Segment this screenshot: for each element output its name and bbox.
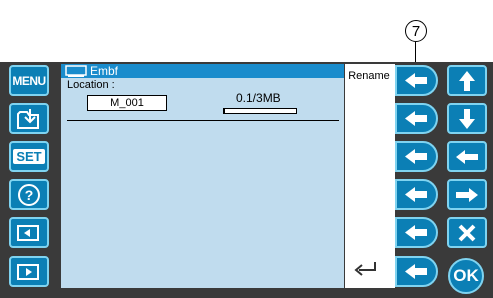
file-name-field[interactable]: M_001 xyxy=(87,95,167,111)
svg-text:?: ? xyxy=(25,187,34,203)
move-left-button[interactable] xyxy=(447,141,487,172)
arrow-right-icon xyxy=(456,187,478,202)
panel-title: Embf xyxy=(90,64,119,78)
ok-button[interactable]: OK xyxy=(448,258,484,294)
panel-title-bar: Embf xyxy=(61,64,344,78)
close-icon xyxy=(458,224,476,241)
action-column: Rename xyxy=(345,64,395,288)
action-tab-2[interactable] xyxy=(395,103,439,134)
next-page-button[interactable] xyxy=(9,256,49,287)
scroll-down-button[interactable] xyxy=(447,103,487,134)
arrow-down-icon xyxy=(459,108,475,129)
enter-icon[interactable] xyxy=(353,260,379,276)
memory-usage-fill xyxy=(224,109,226,113)
scroll-up-button[interactable] xyxy=(447,65,487,96)
action-tab-3[interactable] xyxy=(395,141,439,172)
action-tab-6[interactable] xyxy=(395,256,439,287)
action-tab-1[interactable] xyxy=(395,65,439,96)
action-tab-4[interactable] xyxy=(395,179,439,210)
page-back-icon xyxy=(17,224,39,241)
save-file-button[interactable] xyxy=(9,103,49,134)
embroidery-machine-icon xyxy=(65,64,87,77)
rename-label: Rename xyxy=(348,70,390,82)
file-panel: Embf Location : M_001 0.1/3MB xyxy=(61,64,344,288)
move-right-button[interactable] xyxy=(447,179,487,210)
location-label: Location : xyxy=(67,79,115,91)
previous-page-button[interactable] xyxy=(9,217,49,248)
set-button[interactable]: SET xyxy=(9,141,49,172)
arrow-up-icon xyxy=(459,70,475,91)
action-tab-5[interactable] xyxy=(395,217,439,248)
callout-number-7: 7 xyxy=(405,20,427,42)
menu-button[interactable]: MENU xyxy=(9,65,49,96)
help-button[interactable]: ? xyxy=(9,179,49,210)
arrow-left-icon xyxy=(456,149,478,164)
memory-usage-bar xyxy=(223,108,297,114)
save-folder-icon xyxy=(17,108,39,129)
cancel-button[interactable] xyxy=(447,217,487,248)
memory-usage-text: 0.1/3MB xyxy=(236,91,281,105)
help-icon: ? xyxy=(18,183,40,206)
divider xyxy=(67,120,339,121)
page-forward-icon xyxy=(17,263,39,280)
